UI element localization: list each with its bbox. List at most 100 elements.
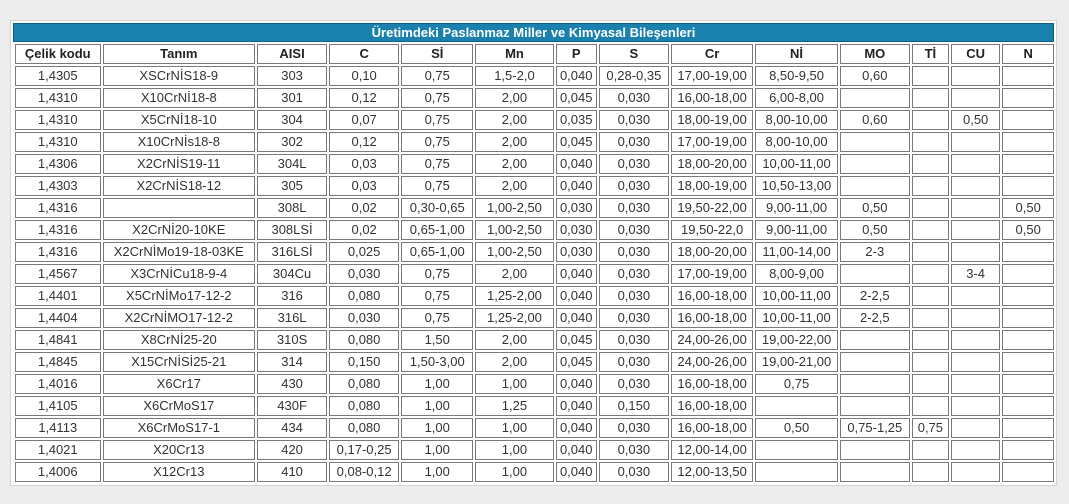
table-cell: 16,00-18,00 <box>670 308 754 328</box>
table-cell <box>1002 176 1054 196</box>
table-cell <box>950 242 1001 262</box>
table-cell: 0,045 <box>555 352 597 372</box>
table-cell <box>839 132 910 152</box>
table-cell <box>950 88 1001 108</box>
table-cell: 18,00-19,00 <box>670 110 754 130</box>
table-cell <box>1002 462 1054 482</box>
table-cell <box>911 330 949 350</box>
table-cell: X2CrNİMO17-12-2 <box>102 308 256 328</box>
table-cell: 24,00-26,00 <box>670 352 754 372</box>
table-cell <box>839 462 910 482</box>
table-cell: 16,00-18,00 <box>670 418 754 438</box>
table-cell: 18,00-20,00 <box>670 154 754 174</box>
table-cell: X5CrNİMo17-12-2 <box>102 286 256 306</box>
table-cell: 0,030 <box>598 440 669 460</box>
table-cell: 1,4305 <box>15 66 101 86</box>
table-cell: 304 <box>257 110 328 130</box>
table-cell <box>911 396 949 416</box>
table-cell: X2CrNİS18-12 <box>102 176 256 196</box>
steel-table-panel: Üretimdeki Paslanmaz Miller ve Kimyasal … <box>10 20 1057 486</box>
table-cell <box>102 198 256 218</box>
table-cell: 0,75 <box>401 176 474 196</box>
table-row: 1,4316 X2CrNİ20-10KE 308LSİ 0,02 0,65-1,00 1,… <box>15 220 1054 240</box>
table-cell <box>1002 440 1054 460</box>
table-cell: 305 <box>257 176 328 196</box>
table-cell: 0,65-1,00 <box>401 242 474 262</box>
table-cell <box>950 374 1001 394</box>
table-cell: 1,50-3,00 <box>401 352 474 372</box>
table-cell: 1,4113 <box>15 418 101 438</box>
table-cell: 316LSİ <box>257 242 328 262</box>
table-cell: 2,00 <box>475 88 554 108</box>
table-cell: 1,00 <box>475 374 554 394</box>
table-cell: 0,50 <box>839 198 910 218</box>
table-cell <box>950 286 1001 306</box>
table-cell: X15CrNİSİ25-21 <box>102 352 256 372</box>
table-row: 1,4316 308L 0,02 0,30-0,65 1,00-2,50 0,030 0,0… <box>15 198 1054 218</box>
table-cell: 0,60 <box>839 66 910 86</box>
table-cell: 0,030 <box>329 308 400 328</box>
table-cell: 1,4404 <box>15 308 101 328</box>
table-cell: 316L <box>257 308 328 328</box>
table-cell: 2,00 <box>475 110 554 130</box>
table-cell: 0,040 <box>555 418 597 438</box>
table-cell: X2CrNİ20-10KE <box>102 220 256 240</box>
table-cell: 9,00-11,00 <box>755 220 838 240</box>
table-cell: 0,040 <box>555 264 597 284</box>
table-cell <box>1002 286 1054 306</box>
table-cell: 0,17-0,25 <box>329 440 400 460</box>
table-cell <box>950 198 1001 218</box>
table-cell: X6CrMoS17-1 <box>102 418 256 438</box>
table-cell: 0,030 <box>598 154 669 174</box>
table-cell: 0,080 <box>329 418 400 438</box>
table-cell: 0,030 <box>598 88 669 108</box>
table-cell: 17,00-19,00 <box>670 66 754 86</box>
table-cell: 308L <box>257 198 328 218</box>
table-row: 1,4305 XSCrNİS18-9 303 0,10 0,75 1,5-2,0 0,040… <box>15 66 1054 86</box>
table-cell: 0,030 <box>598 242 669 262</box>
table-cell: 0,030 <box>555 220 597 240</box>
table-cell: 8,50-9,50 <box>755 66 838 86</box>
table-cell <box>755 462 838 482</box>
table-cell <box>1002 88 1054 108</box>
header-row: Çelik kodu Tanım AISI C Sİ Mn P S Cr Nİ MO Tİ CU N <box>15 44 1054 64</box>
table-cell: 0,150 <box>598 396 669 416</box>
table-cell: X5CrNİ18-10 <box>102 110 256 130</box>
table-cell: 0,025 <box>329 242 400 262</box>
table-cell: 0,040 <box>555 286 597 306</box>
table-cell: 10,00-11,00 <box>755 154 838 174</box>
table-cell <box>911 220 949 240</box>
stainless-steel-table: Çelik kodu Tanım AISI C Sİ Mn P S Cr Nİ MO Tİ CU N 1,… <box>13 42 1056 484</box>
table-cell: 0,030 <box>598 418 669 438</box>
table-cell <box>911 198 949 218</box>
table-cell: 0,75 <box>401 286 474 306</box>
table-cell: 0,75 <box>401 132 474 152</box>
table-cell: 1,00 <box>401 374 474 394</box>
column-header: Mn <box>475 44 554 64</box>
table-cell: 1,4841 <box>15 330 101 350</box>
table-cell <box>1002 66 1054 86</box>
table-cell: 0,045 <box>555 330 597 350</box>
table-cell: 10,00-11,00 <box>755 286 838 306</box>
table-cell: 2,00 <box>475 154 554 174</box>
table-cell <box>911 110 949 130</box>
table-cell: 19,00-21,00 <box>755 352 838 372</box>
table-cell: X8CrNİ25-20 <box>102 330 256 350</box>
table-cell: 434 <box>257 418 328 438</box>
table-cell: 1,00 <box>475 462 554 482</box>
table-cell <box>950 154 1001 174</box>
table-cell: X20Cr13 <box>102 440 256 460</box>
table-cell <box>911 264 949 284</box>
table-cell: 0,080 <box>329 330 400 350</box>
table-cell: 1,00-2,50 <box>475 220 554 240</box>
table-cell: 1,50 <box>401 330 474 350</box>
table-cell: 0,040 <box>555 374 597 394</box>
table-cell <box>1002 242 1054 262</box>
table-cell: 1,4567 <box>15 264 101 284</box>
table-cell: 0,50 <box>1002 198 1054 218</box>
table-cell: 0,030 <box>329 264 400 284</box>
table-cell: 1,00 <box>475 418 554 438</box>
table-cell <box>950 132 1001 152</box>
table-cell: 310S <box>257 330 328 350</box>
table-cell: 0,030 <box>598 132 669 152</box>
